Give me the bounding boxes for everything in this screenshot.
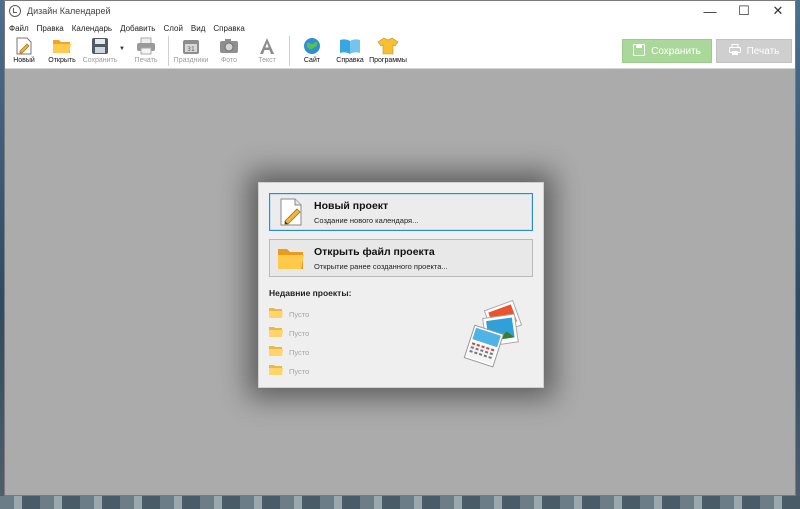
site-tool-button[interactable]: Сайт	[293, 36, 331, 64]
camera-icon	[218, 36, 240, 56]
new-project-subtitle: Создание нового календаря...	[314, 215, 419, 225]
save-tool-button[interactable]: Сохранить	[81, 36, 119, 64]
calendar-photos-illustration	[457, 296, 537, 374]
print-button-label: Печать	[746, 45, 780, 57]
folder-icon	[269, 326, 283, 340]
svg-text:31: 31	[187, 46, 195, 53]
folder-icon	[269, 345, 283, 359]
new-project-title: Новый проект	[314, 199, 389, 212]
help-tool-label: Справка	[336, 57, 364, 64]
recent-project-item[interactable]: Пусто	[269, 307, 309, 321]
toolbar-separator	[289, 36, 290, 66]
menu-file[interactable]: Файл	[9, 24, 29, 33]
title-bar: Дизайн Календарей — ☐ ✕	[5, 1, 795, 21]
open-project-subtitle: Открытие ранее созданного проекта...	[314, 261, 448, 271]
save-dropdown-arrow-icon[interactable]: ▼	[119, 36, 127, 52]
app-window: Дизайн Календарей — ☐ ✕ Файл Правка Кале…	[4, 0, 796, 496]
text-tool-label: Текст	[258, 57, 276, 64]
recent-project-item[interactable]: Пусто	[269, 326, 309, 340]
window-title: Дизайн Календарей	[27, 6, 111, 16]
programs-tool-button[interactable]: Программы	[369, 36, 407, 64]
printer-icon	[728, 43, 741, 59]
open-project-button[interactable]: Открыть файл проекта Открытие ранее созд…	[269, 239, 533, 277]
new-tool-button[interactable]: Новый	[5, 36, 43, 64]
desktop-taskbar-strip	[0, 496, 800, 509]
photo-tool-label: Фото	[220, 57, 238, 64]
text-tool-button[interactable]: Текст	[248, 36, 286, 64]
save-button-label: Сохранить	[651, 45, 701, 57]
print-button[interactable]: Печать	[716, 39, 792, 63]
text-letter-icon	[256, 36, 278, 56]
open-project-title: Открыть файл проекта	[314, 245, 435, 258]
floppy-disk-icon	[633, 43, 646, 59]
menu-edit[interactable]: Правка	[37, 24, 64, 33]
floppy-disk-icon	[89, 36, 111, 56]
menu-layer[interactable]: Слой	[163, 24, 182, 33]
menu-view[interactable]: Вид	[191, 24, 205, 33]
help-tool-button[interactable]: Справка	[331, 36, 369, 64]
holidays-tool-button[interactable]: 31 Праздники	[172, 36, 210, 64]
recent-project-label: Пусто	[289, 309, 310, 319]
new-tool-label: Новый	[13, 57, 35, 64]
print-tool-label: Печать	[134, 57, 158, 64]
app-icon	[9, 5, 21, 17]
new-project-button[interactable]: Новый проект Создание нового календаря..…	[269, 193, 533, 231]
new-document-icon	[276, 197, 306, 227]
close-button[interactable]: ✕	[761, 1, 795, 21]
book-icon	[339, 36, 361, 56]
printer-icon	[135, 36, 157, 56]
recent-project-item[interactable]: Пусто	[269, 364, 309, 378]
workspace-area: Новый проект Создание нового календаря..…	[5, 69, 795, 495]
toolbar: Новый Открыть Сохранить ▼ Печать 31 Праз…	[5, 35, 795, 69]
print-tool-button[interactable]: Печать	[127, 36, 165, 64]
recent-project-label: Пусто	[289, 347, 310, 357]
folder-open-icon	[276, 243, 306, 273]
minimize-button[interactable]: —	[693, 1, 727, 21]
recent-projects-heading: Недавние проекты:	[269, 288, 352, 298]
save-tool-label: Сохранить	[82, 57, 118, 64]
programs-tool-label: Программы	[369, 57, 407, 64]
holidays-tool-label: Праздники	[173, 57, 209, 64]
menu-help[interactable]: Справка	[213, 24, 244, 33]
folder-icon	[269, 307, 283, 321]
menu-calendar[interactable]: Календарь	[72, 24, 112, 33]
globe-icon	[301, 36, 323, 56]
open-tool-label: Открыть	[48, 57, 76, 64]
recent-project-item[interactable]: Пусто	[269, 345, 309, 359]
recent-project-label: Пусто	[289, 366, 310, 376]
maximize-button[interactable]: ☐	[727, 1, 761, 21]
save-button[interactable]: Сохранить	[622, 39, 712, 63]
tshirt-icon	[377, 36, 399, 56]
folder-icon	[269, 364, 283, 378]
menu-add[interactable]: Добавить	[120, 24, 155, 33]
start-dialog: Новый проект Создание нового календаря..…	[258, 182, 544, 388]
photo-tool-button[interactable]: Фото	[210, 36, 248, 64]
open-tool-button[interactable]: Открыть	[43, 36, 81, 64]
toolbar-separator	[168, 36, 169, 66]
recent-project-label: Пусто	[289, 328, 310, 338]
site-tool-label: Сайт	[303, 57, 321, 64]
folder-open-icon	[51, 36, 73, 56]
calendar-icon: 31	[180, 36, 202, 56]
new-document-icon	[13, 36, 35, 56]
menu-bar: Файл Правка Календарь Добавить Слой Вид …	[5, 21, 795, 35]
